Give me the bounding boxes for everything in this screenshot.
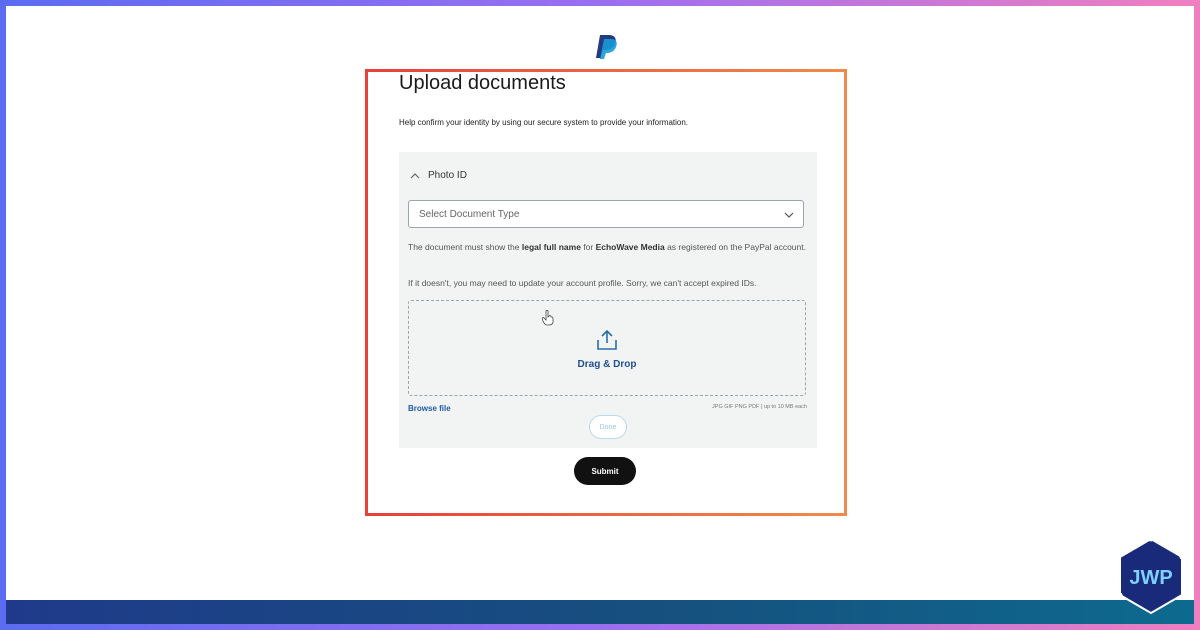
legal-name-note: The document must show the legal full na…	[408, 240, 808, 254]
jwp-watermark-logo: JWP	[1117, 536, 1185, 615]
browse-file-link[interactable]: Browse file	[408, 404, 451, 413]
page-subtitle: Help confirm your identity by using our …	[399, 118, 689, 127]
submit-button[interactable]: Submit	[574, 457, 636, 485]
photo-id-panel: Photo ID Select Document Type The docume…	[399, 152, 817, 448]
photo-id-header[interactable]: Photo ID	[410, 170, 467, 181]
chevron-up-icon	[410, 172, 420, 178]
paypal-logo-icon	[596, 35, 617, 59]
note-bold: legal full name	[521, 242, 581, 252]
drag-drop-label: Drag & Drop	[577, 359, 637, 370]
photo-id-label: Photo ID	[428, 170, 467, 181]
document-type-select[interactable]: Select Document Type	[408, 200, 804, 228]
note-text: The document must show the	[408, 242, 522, 252]
file-types-hint: JPG GIF PNG PDF | up to 10 MB each	[712, 404, 807, 410]
page-title: Upload documents	[399, 72, 566, 94]
note-text: for	[580, 242, 596, 252]
note-text: as registered on the PayPal account.	[664, 242, 806, 252]
hand-cursor-icon	[542, 310, 554, 326]
expired-id-note: If it doesn't, you may need to update yo…	[408, 278, 757, 288]
upload-icon	[597, 329, 617, 350]
document-type-placeholder: Select Document Type	[419, 208, 520, 220]
bottom-band	[6, 600, 1194, 624]
chevron-down-icon	[784, 212, 794, 218]
jwp-watermark-text: JWP	[1129, 567, 1172, 589]
drag-drop-zone[interactable]: Drag & Drop	[408, 300, 806, 396]
note-bold: EchoWave Media	[595, 242, 665, 252]
done-button[interactable]: Done	[589, 415, 627, 439]
screenshot-canvas: Upload documents Help confirm your ident…	[6, 6, 1194, 600]
